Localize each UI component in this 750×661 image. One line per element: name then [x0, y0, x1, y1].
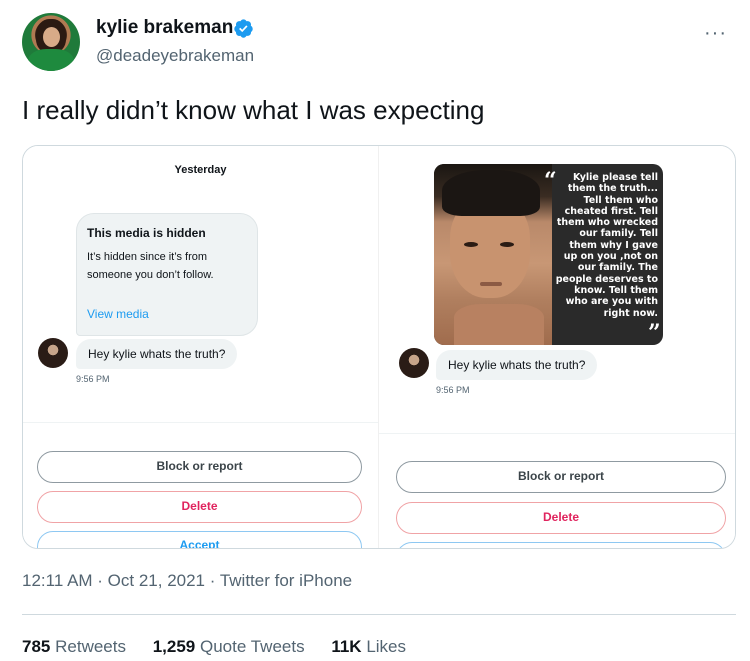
quote-line: cheated first. Tell	[564, 205, 658, 217]
divider	[379, 433, 735, 434]
likes-stat[interactable]: 11K Likes	[331, 637, 406, 657]
author-name[interactable]: kylie brakeman	[96, 17, 233, 39]
quote-line: who are you with	[565, 296, 658, 308]
author-avatar[interactable]	[22, 13, 80, 71]
quote-line: them why I gave	[569, 239, 658, 251]
quote-tweets-count: 1,259	[152, 637, 196, 656]
quote-image: “ Kylie please tell them the truth... Tell…	[434, 164, 663, 345]
engagement-stats: 785 Retweets 1,259 Quote Tweets 11K Like…	[22, 637, 428, 657]
quote-line: up on you ,not on	[563, 251, 658, 263]
hidden-media-bubble: This media is hidden It’s hidden since i…	[76, 213, 258, 336]
message-time: 9:56 PM	[436, 385, 470, 395]
quote-text: Kylie please tell them the truth... Tell t…	[538, 172, 658, 319]
accept-button-partial[interactable]	[396, 542, 726, 548]
sender-avatar	[399, 348, 429, 378]
quote-tweets-label: Quote Tweets	[200, 637, 305, 656]
likes-label: Likes	[366, 637, 406, 656]
sender-avatar	[38, 338, 68, 368]
block-or-report-button[interactable]: Block or report	[37, 451, 362, 483]
hidden-media-title: This media is hidden	[87, 226, 206, 240]
verified-badge-icon	[234, 19, 253, 38]
quote-line: right now.	[603, 307, 658, 319]
quote-line: Tell them who	[583, 194, 658, 206]
author-handle[interactable]: @deadeyebrakeman	[96, 46, 254, 66]
retweets-count: 785	[22, 637, 51, 656]
quote-line: people deserves to	[555, 273, 658, 285]
left-screenshot: Yesterday This media is hidden It’s hidd…	[23, 146, 378, 548]
delete-button[interactable]: Delete	[37, 491, 362, 523]
quote-line: know. Tell them	[574, 284, 658, 296]
accept-button[interactable]: Accept	[37, 531, 362, 548]
retweets-stat[interactable]: 785 Retweets	[22, 637, 126, 657]
delete-button[interactable]: Delete	[396, 502, 726, 534]
quote-line: them the truth...	[567, 183, 658, 195]
date-separator: Yesterday	[174, 164, 227, 176]
hidden-media-text: It’s hidden since it’s from someone you …	[87, 248, 247, 284]
block-or-report-button[interactable]: Block or report	[396, 461, 726, 493]
divider	[23, 422, 378, 423]
quote-line: Kylie please tell	[572, 172, 658, 183]
divider	[22, 614, 736, 615]
right-screenshot: “ Kylie please tell them the truth... Tell…	[378, 146, 735, 548]
hidden-media-text-line1: It’s hidden since it’s from	[87, 251, 208, 263]
quote-line: our family. Tell	[579, 228, 658, 240]
hidden-media-text-line2: someone you don’t follow.	[87, 269, 214, 281]
view-media-link[interactable]: View media	[87, 307, 149, 321]
retweets-label: Retweets	[55, 637, 126, 656]
message-bubble: Hey kylie whats the truth?	[436, 350, 598, 380]
quote-line: our family. The	[577, 262, 658, 274]
portrait-photo	[434, 164, 552, 345]
message-time: 9:56 PM	[76, 374, 110, 384]
tweet-timestamp[interactable]: 12:11 AM · Oct 21, 2021 · Twitter for iP…	[22, 571, 352, 591]
close-quote-icon: ”	[648, 320, 661, 345]
quote-tweets-stat[interactable]: 1,259 Quote Tweets	[153, 637, 305, 657]
more-options-icon[interactable]: ···	[704, 22, 727, 45]
tweet-media[interactable]: Yesterday This media is hidden It’s hidd…	[22, 145, 736, 549]
quote-text-block: Kylie please tell them the truth... Tell t…	[538, 172, 658, 319]
message-bubble: Hey kylie whats the truth?	[76, 339, 238, 369]
quote-line: them who wrecked	[556, 217, 658, 229]
likes-count: 11K	[331, 637, 362, 656]
tweet-text: I really didn’t know what I was expectin…	[22, 95, 485, 125]
